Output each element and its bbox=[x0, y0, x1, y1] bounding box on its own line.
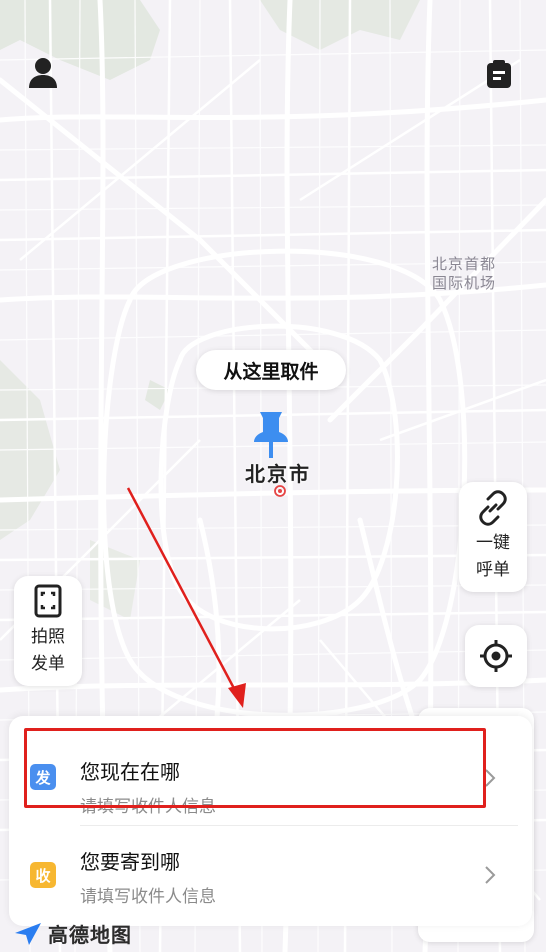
one-key-call-label-1: 一键 bbox=[476, 533, 510, 553]
airport-label-line1: 北京首都 bbox=[432, 255, 497, 273]
link-icon bbox=[479, 490, 507, 526]
one-key-call-label-2: 呼单 bbox=[476, 560, 510, 580]
receiver-subtitle: 请填写收件人信息 bbox=[80, 887, 216, 907]
receiver-address-row[interactable]: 收 您要寄到哪 请填写收件人信息 bbox=[9, 826, 532, 926]
pickup-bubble[interactable]: 从这里取件 bbox=[196, 350, 346, 390]
photo-order-label-2: 发单 bbox=[31, 654, 65, 674]
clipboard-icon[interactable] bbox=[484, 58, 514, 90]
amap-logo: 高德地图 bbox=[14, 919, 132, 948]
brand-name: 高德地图 bbox=[48, 923, 132, 947]
receiver-title: 您要寄到哪 bbox=[80, 850, 180, 874]
pickup-pin-icon[interactable] bbox=[252, 410, 290, 466]
locate-button[interactable] bbox=[465, 625, 527, 687]
highlight-box bbox=[24, 728, 486, 808]
amap-arrow-icon bbox=[15, 922, 41, 945]
photo-order-button[interactable]: 拍照 发单 bbox=[14, 576, 82, 686]
user-icon[interactable] bbox=[26, 56, 60, 90]
photo-order-label-1: 拍照 bbox=[31, 627, 65, 647]
receive-badge: 收 bbox=[30, 862, 56, 888]
scan-icon bbox=[34, 584, 62, 618]
one-key-call-button[interactable]: 一键 呼单 bbox=[459, 482, 527, 592]
chevron-right-icon bbox=[485, 866, 496, 884]
crosshair-icon bbox=[480, 640, 512, 672]
airport-label-line2: 国际机场 bbox=[432, 274, 497, 292]
